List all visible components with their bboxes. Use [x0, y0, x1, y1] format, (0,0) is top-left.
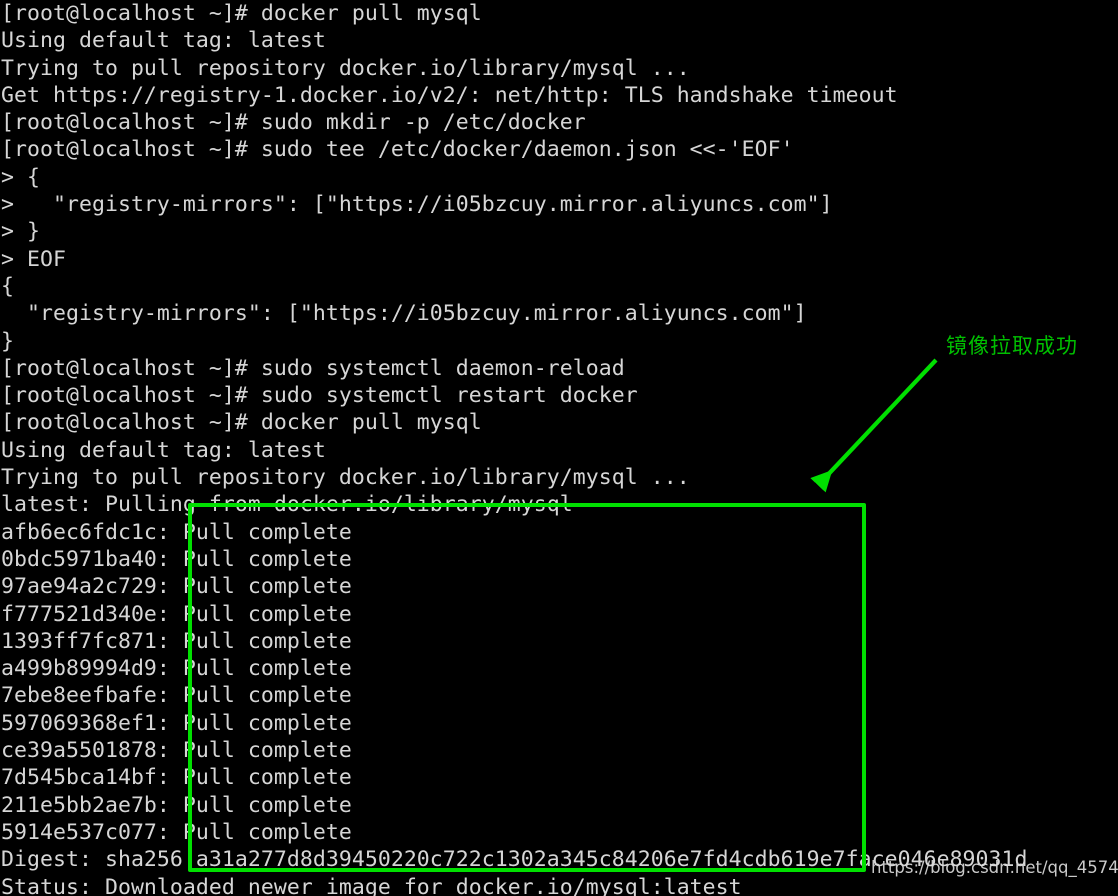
terminal-line: Get https://registry-1.docker.io/v2/: ne… [1, 82, 898, 108]
terminal-line: 5914e537c077: Pull complete [1, 819, 352, 845]
terminal-line: > } [1, 219, 40, 245]
terminal-line: { [1, 273, 14, 299]
terminal-window[interactable]: [root@localhost ~]# docker pull mysql Us… [0, 0, 1118, 896]
terminal-line: [root@localhost ~]# sudo systemctl daemo… [1, 355, 625, 381]
terminal-line: [root@localhost ~]# docker pull mysql [1, 1, 482, 26]
terminal-line: latest: Pulling from docker.io/library/m… [1, 492, 573, 518]
terminal-line: Status: Downloaded newer image for docke… [1, 874, 742, 896]
terminal-line: ce39a5501878: Pull complete [1, 738, 352, 764]
terminal-line: "registry-mirrors": ["https://i05bzcuy.m… [1, 301, 807, 327]
terminal-line: 597069368ef1: Pull complete [1, 710, 352, 736]
terminal-line: > { [1, 164, 40, 190]
terminal-line: a499b89994d9: Pull complete [1, 656, 352, 682]
terminal-line: 0bdc5971ba40: Pull complete [1, 546, 352, 572]
terminal-line: 1393ff7fc871: Pull complete [1, 628, 352, 654]
terminal-line: [root@localhost ~]# docker pull mysql [1, 410, 482, 436]
terminal-line: 7d545bca14bf: Pull complete [1, 765, 352, 791]
terminal-line: > "registry-mirrors": ["https://i05bzcuy… [1, 192, 833, 218]
terminal-line: Digest: sha256:a31a277d8d39450220c722c13… [1, 847, 1028, 873]
terminal-line: 7ebe8eefbafe: Pull complete [1, 683, 352, 709]
terminal-line: f777521d340e: Pull complete [1, 601, 352, 627]
terminal-line: 211e5bb2ae7b: Pull complete [1, 792, 352, 818]
terminal-line: Using default tag: latest [1, 437, 326, 463]
terminal-line: 97ae94a2c729: Pull complete [1, 574, 352, 600]
terminal-line: [root@localhost ~]# sudo tee /etc/docker… [1, 137, 794, 163]
terminal-line: [root@localhost ~]# sudo systemctl resta… [1, 383, 638, 409]
terminal-line: > EOF [1, 246, 66, 272]
terminal-line: Trying to pull repository docker.io/libr… [1, 55, 690, 81]
terminal-output: [root@localhost ~]# docker pull mysql Us… [0, 0, 1028, 896]
terminal-line: [root@localhost ~]# sudo mkdir -p /etc/d… [1, 110, 586, 136]
terminal-line: afb6ec6fdc1c: Pull complete [1, 519, 352, 545]
terminal-line: } [1, 328, 14, 354]
terminal-line: Using default tag: latest [1, 28, 326, 54]
terminal-line: Trying to pull repository docker.io/libr… [1, 465, 690, 491]
